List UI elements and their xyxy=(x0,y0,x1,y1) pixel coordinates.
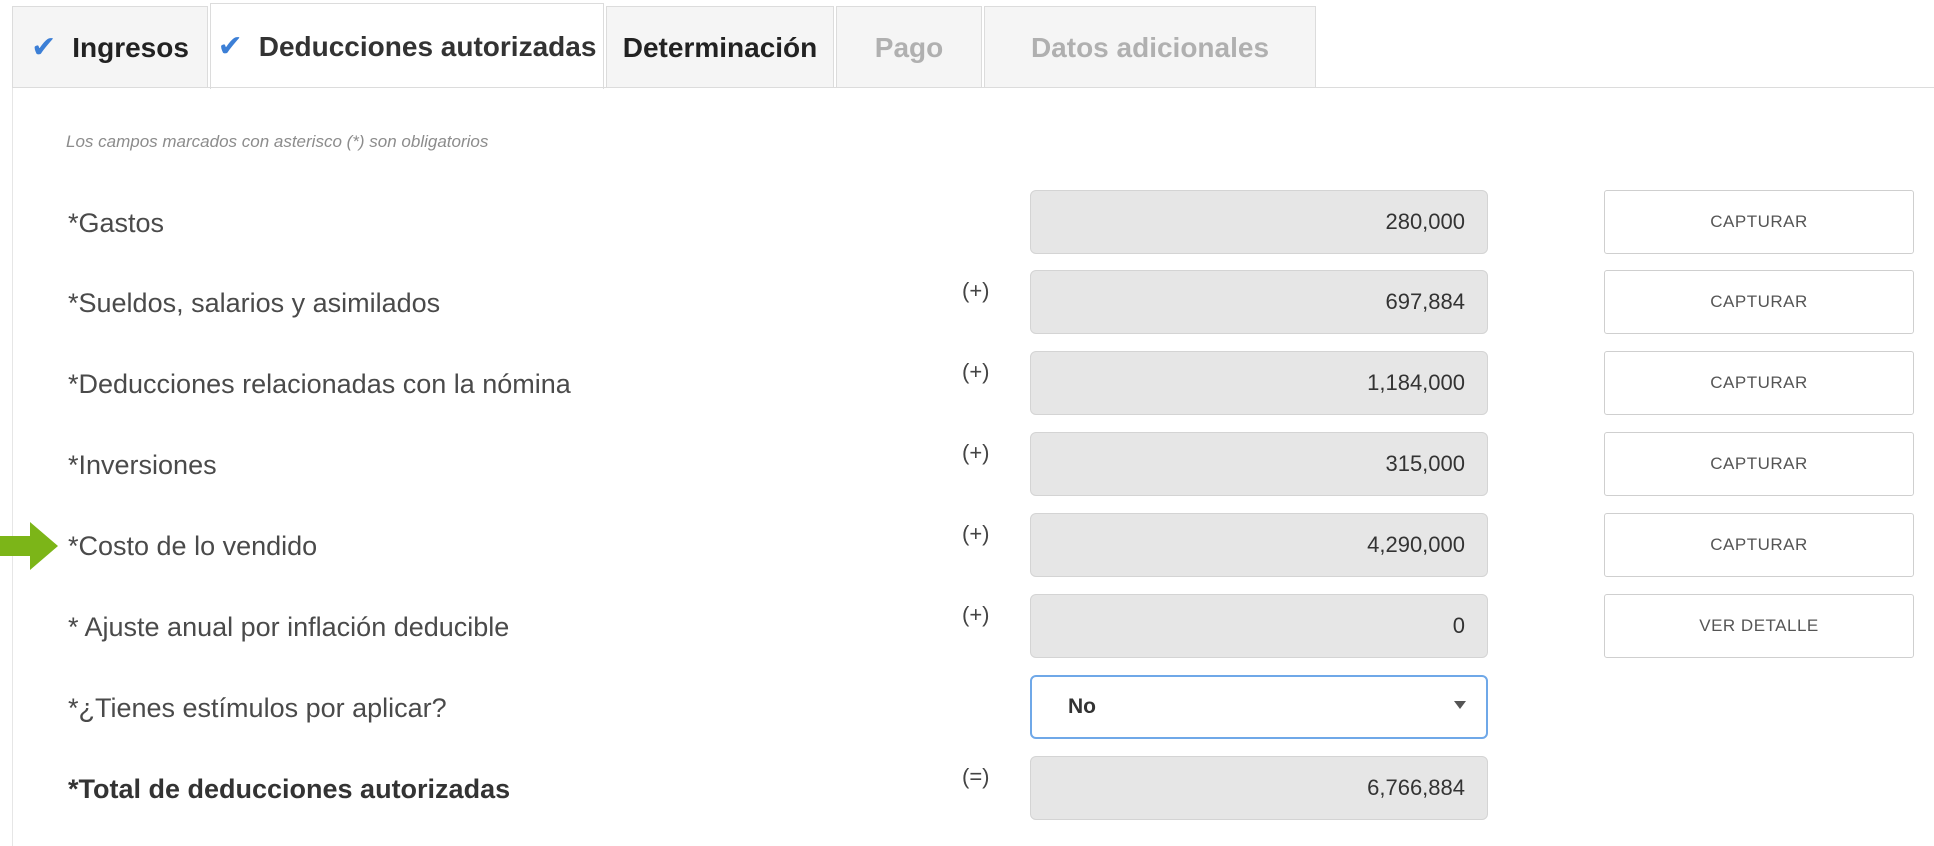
field-label: *Inversiones xyxy=(68,450,217,480)
total-value-field: 6,766,884 xyxy=(1030,756,1488,820)
tab-bar: ✔ Ingresos ✔ Deducciones autorizadas Det… xyxy=(12,3,1318,89)
capturar-costo-button[interactable]: CAPTURAR xyxy=(1604,513,1914,577)
gastos-value-field: 280,000 xyxy=(1030,190,1488,254)
row-nomina: *Deducciones relacionadas con la nómina … xyxy=(0,351,1934,417)
row-gastos: *Gastos 280,000 CAPTURAR xyxy=(0,190,1934,256)
capturar-inversiones-button[interactable]: CAPTURAR xyxy=(1604,432,1914,496)
field-label: * Ajuste anual por inflación deducible xyxy=(68,612,510,642)
nomina-value-field: 1,184,000 xyxy=(1030,351,1488,415)
row-total: *Total de deducciones autorizadas (=) 6,… xyxy=(0,756,1934,822)
tab-divider xyxy=(12,87,1934,88)
row-costo: *Costo de lo vendido (+) 4,290,000 CAPTU… xyxy=(0,513,1934,579)
tab-label: Datos adicionales xyxy=(1030,31,1270,63)
operator-plus: (+) xyxy=(962,440,990,465)
caret-down-icon xyxy=(1454,701,1466,709)
check-icon: ✔ xyxy=(217,30,243,63)
field-label: *Costo de lo vendido xyxy=(68,531,318,561)
inversiones-value-field: 315,000 xyxy=(1030,432,1488,496)
capturar-sueldos-button[interactable]: CAPTURAR xyxy=(1604,270,1914,334)
tab-pago: Pago xyxy=(836,6,982,88)
row-inversiones: *Inversiones (+) 315,000 CAPTURAR xyxy=(0,432,1934,498)
row-ajuste: * Ajuste anual por inflación deducible (… xyxy=(0,594,1934,660)
field-label: *¿Tienes estímulos por aplicar? xyxy=(68,693,447,723)
sueldos-value-field: 697,884 xyxy=(1030,270,1488,334)
row-sueldos: *Sueldos, salarios y asimilados (+) 697,… xyxy=(0,270,1934,336)
field-label: *Total de deducciones autorizadas xyxy=(68,774,511,804)
capturar-gastos-button[interactable]: CAPTURAR xyxy=(1604,190,1914,254)
operator-plus: (+) xyxy=(962,521,990,546)
operator-plus: (+) xyxy=(962,359,990,384)
operator-plus: (+) xyxy=(962,278,990,303)
tab-datos-adicionales: Datos adicionales xyxy=(984,6,1316,88)
field-label: *Deducciones relacionadas con la nómina xyxy=(68,369,571,399)
row-estimulos: *¿Tienes estímulos por aplicar? No xyxy=(0,675,1934,741)
ver-detalle-button[interactable]: VER DETALLE xyxy=(1604,594,1914,658)
estimulos-select[interactable]: No xyxy=(1030,675,1488,739)
ajuste-value-field: 0 xyxy=(1030,594,1488,658)
tab-label: Pago xyxy=(874,31,944,63)
field-label: *Sueldos, salarios y asimilados xyxy=(68,288,441,318)
tab-label: Determinación xyxy=(622,31,818,63)
tab-label: Deducciones autorizadas xyxy=(258,30,597,62)
operator-plus: (+) xyxy=(962,602,990,627)
operator-equals: (=) xyxy=(962,764,990,789)
required-fields-note: Los campos marcados con asterisco (*) so… xyxy=(66,132,489,151)
costo-value-field: 4,290,000 xyxy=(1030,513,1488,577)
tab-deducciones-autorizadas[interactable]: ✔ Deducciones autorizadas xyxy=(210,3,604,89)
capturar-nomina-button[interactable]: CAPTURAR xyxy=(1604,351,1914,415)
tab-ingresos[interactable]: ✔ Ingresos xyxy=(12,6,208,88)
tab-label: Ingresos xyxy=(72,31,189,63)
field-label: *Gastos xyxy=(68,208,165,238)
select-value: No xyxy=(1068,695,1096,718)
tab-determinacion[interactable]: Determinación xyxy=(606,6,834,88)
check-icon: ✔ xyxy=(31,31,57,64)
